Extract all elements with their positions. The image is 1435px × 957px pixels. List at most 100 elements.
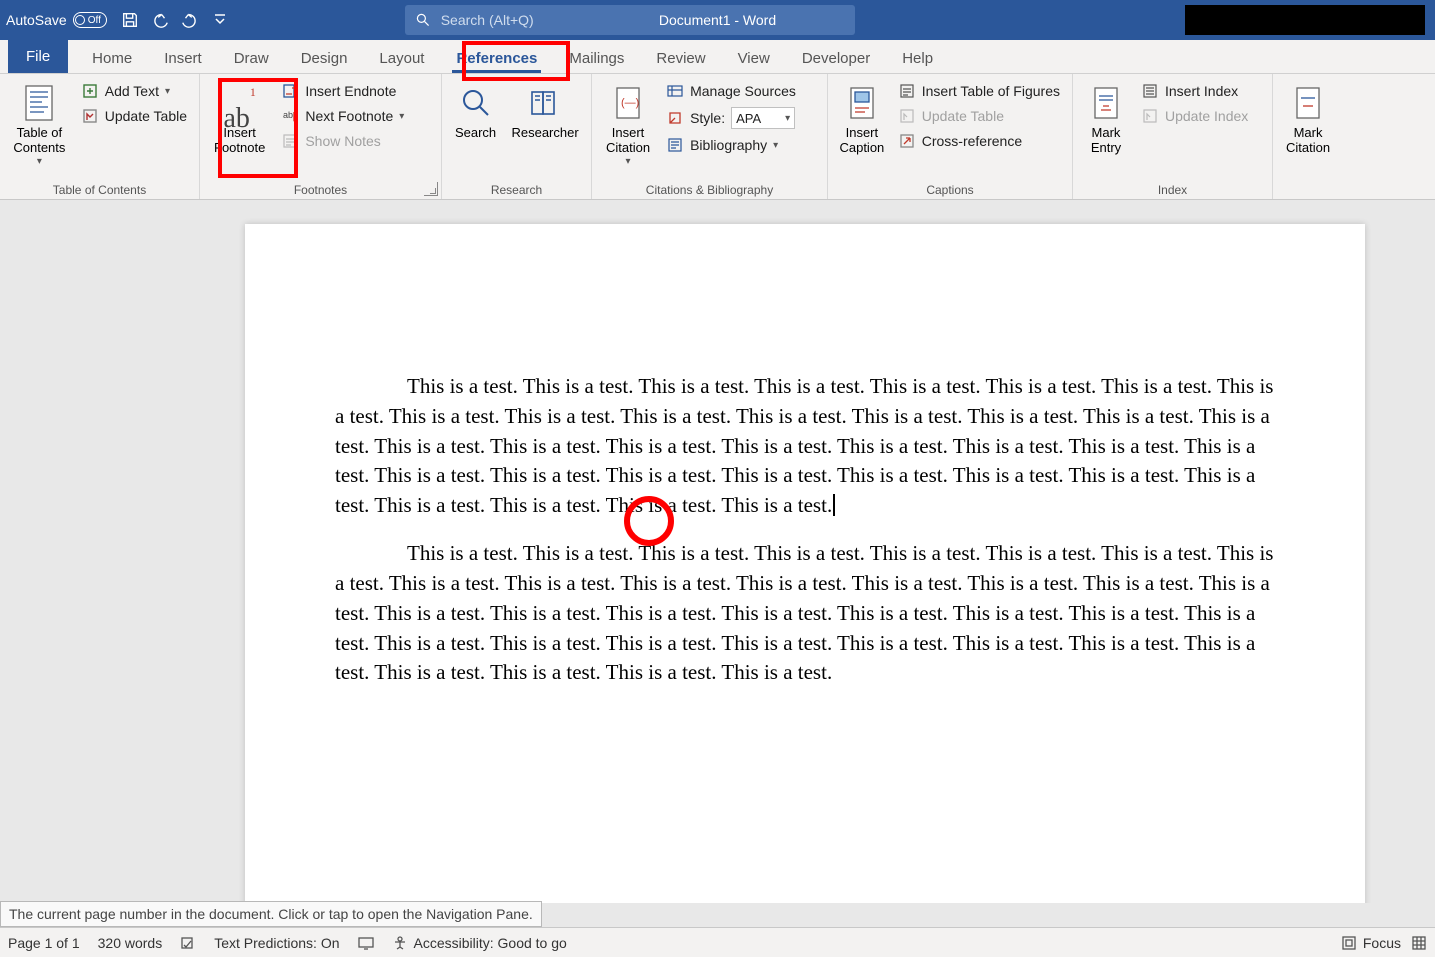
autosave-toggle[interactable]: AutoSave Off <box>6 12 107 28</box>
paragraph[interactable]: This is a test. This is a test. This is … <box>335 539 1275 688</box>
paragraph[interactable]: This is a test. This is a test. This is … <box>335 372 1275 521</box>
update-index-icon <box>1141 107 1159 125</box>
style-dropdown[interactable]: Style: APA ▾ <box>662 105 800 131</box>
update-table-icon <box>898 107 916 125</box>
display-settings-icon <box>358 935 374 951</box>
tab-layout[interactable]: Layout <box>363 42 440 73</box>
search-placeholder: Search (Alt+Q) <box>441 12 534 28</box>
researcher-icon <box>528 82 562 124</box>
style-icon <box>666 109 684 127</box>
next-footnote-icon: ab <box>281 107 299 125</box>
text-cursor <box>833 494 835 516</box>
bibliography-icon <box>666 136 684 154</box>
title-bar: AutoSave Off Document1 - Word Search (Al… <box>0 0 1435 40</box>
mark-citation-button[interactable]: Mark Citation <box>1281 78 1335 181</box>
qat-more-icon[interactable] <box>206 6 234 34</box>
chevron-down-icon: ▾ <box>626 156 631 168</box>
tab-review[interactable]: Review <box>640 42 721 73</box>
cross-reference-button[interactable]: Cross-reference <box>894 130 1064 152</box>
next-footnote-button[interactable]: ab Next Footnote ▾ <box>277 105 408 127</box>
manage-sources-button[interactable]: Manage Sources <box>662 80 800 102</box>
tab-references[interactable]: References <box>440 42 553 73</box>
status-bar: Page 1 of 1 320 words Text Predictions: … <box>0 927 1435 957</box>
view-print-layout-icon[interactable] <box>1411 935 1427 951</box>
save-icon[interactable] <box>116 6 144 34</box>
document-page[interactable]: This is a test. This is a test. This is … <box>245 224 1365 903</box>
group-research: Search Researcher Research <box>442 74 592 199</box>
tab-insert[interactable]: Insert <box>148 42 218 73</box>
status-accessibility[interactable]: Accessibility: Good to go <box>392 935 567 951</box>
group-label: Footnotes <box>208 181 433 197</box>
show-notes-icon <box>281 132 299 150</box>
group-label <box>1281 181 1335 197</box>
dialog-launcher-icon[interactable] <box>424 182 438 196</box>
statusbar-tooltip: The current page number in the document.… <box>0 901 542 927</box>
footnote-icon: ab1 <box>223 82 255 124</box>
status-display-settings[interactable] <box>358 935 374 951</box>
update-table-button[interactable]: Update Table <box>77 105 191 127</box>
document-title: Document1 - Word <box>659 12 776 28</box>
mark-citation-icon <box>1291 82 1325 124</box>
mark-entry-button[interactable]: Mark Entry <box>1081 78 1131 181</box>
researcher-button[interactable]: Researcher <box>507 78 583 181</box>
spellcheck-icon <box>180 935 196 951</box>
add-text-button[interactable]: Add Text ▾ <box>77 80 191 102</box>
insert-citation-button[interactable]: (—) Insert Citation ▾ <box>600 78 656 181</box>
chevron-down-icon: ▾ <box>37 156 42 168</box>
style-label: Style: <box>690 110 725 126</box>
tab-draw[interactable]: Draw <box>218 42 285 73</box>
chevron-down-icon: ▾ <box>773 140 778 151</box>
ribbon-tabstrip: File Home Insert Draw Design Layout Refe… <box>0 40 1435 74</box>
tab-developer[interactable]: Developer <box>786 42 886 73</box>
toggle-icon: Off <box>73 12 107 28</box>
redo-icon[interactable] <box>176 6 204 34</box>
endnote-icon <box>281 82 299 100</box>
ribbon: Table of Contents ▾ Add Text ▾ Update Ta… <box>0 74 1435 200</box>
tof-icon <box>898 82 916 100</box>
insert-endnote-button[interactable]: Insert Endnote <box>277 80 408 102</box>
toc-icon <box>22 82 56 124</box>
status-spellcheck[interactable] <box>180 935 196 951</box>
tab-mailings[interactable]: Mailings <box>553 42 640 73</box>
group-label: Citations & Bibliography <box>600 181 819 197</box>
insert-caption-button[interactable]: Insert Caption <box>836 78 888 181</box>
bibliography-button[interactable]: Bibliography ▾ <box>662 134 800 156</box>
focus-icon <box>1341 935 1357 951</box>
caption-icon <box>845 82 879 124</box>
svg-text:(—): (—) <box>621 97 639 109</box>
group-label: Research <box>450 181 583 197</box>
tab-file[interactable]: File <box>8 40 68 73</box>
tab-view[interactable]: View <box>722 42 786 73</box>
group-authorities: Mark Citation <box>1273 74 1343 199</box>
mark-entry-icon <box>1089 82 1123 124</box>
status-focus[interactable]: Focus <box>1341 935 1401 951</box>
insert-index-button[interactable]: Insert Index <box>1137 80 1252 102</box>
search-button[interactable]: Search <box>450 78 501 181</box>
style-value[interactable]: APA ▾ <box>731 107 795 129</box>
table-of-contents-button[interactable]: Table of Contents ▾ <box>8 78 71 181</box>
status-page[interactable]: Page 1 of 1 <box>8 935 80 951</box>
status-word-count[interactable]: 320 words <box>98 935 163 951</box>
search-icon <box>459 82 493 124</box>
search-input[interactable]: Search (Alt+Q) <box>405 5 855 35</box>
undo-icon[interactable] <box>146 6 174 34</box>
tab-home[interactable]: Home <box>76 42 148 73</box>
tab-help[interactable]: Help <box>886 42 949 73</box>
show-notes-button: Show Notes <box>277 130 408 152</box>
document-area[interactable]: This is a test. This is a test. This is … <box>0 200 1435 903</box>
cross-ref-icon <box>898 132 916 150</box>
manage-sources-icon <box>666 82 684 100</box>
group-label: Captions <box>836 181 1064 197</box>
tab-design[interactable]: Design <box>285 42 364 73</box>
chevron-down-icon: ▾ <box>165 86 170 97</box>
chevron-down-icon: ▾ <box>785 113 790 124</box>
user-account-block[interactable] <box>1185 5 1425 35</box>
group-toc: Table of Contents ▾ Add Text ▾ Update Ta… <box>0 74 200 199</box>
insert-table-of-figures-button[interactable]: Insert Table of Figures <box>894 80 1064 102</box>
add-text-icon <box>81 82 99 100</box>
group-footnotes: ab1 Insert Footnote Insert Endnote ab Ne… <box>200 74 442 199</box>
update-index-button: Update Index <box>1137 105 1252 127</box>
insert-footnote-button[interactable]: ab1 Insert Footnote <box>208 78 271 181</box>
status-text-predictions[interactable]: Text Predictions: On <box>214 935 339 951</box>
insert-index-icon <box>1141 82 1159 100</box>
